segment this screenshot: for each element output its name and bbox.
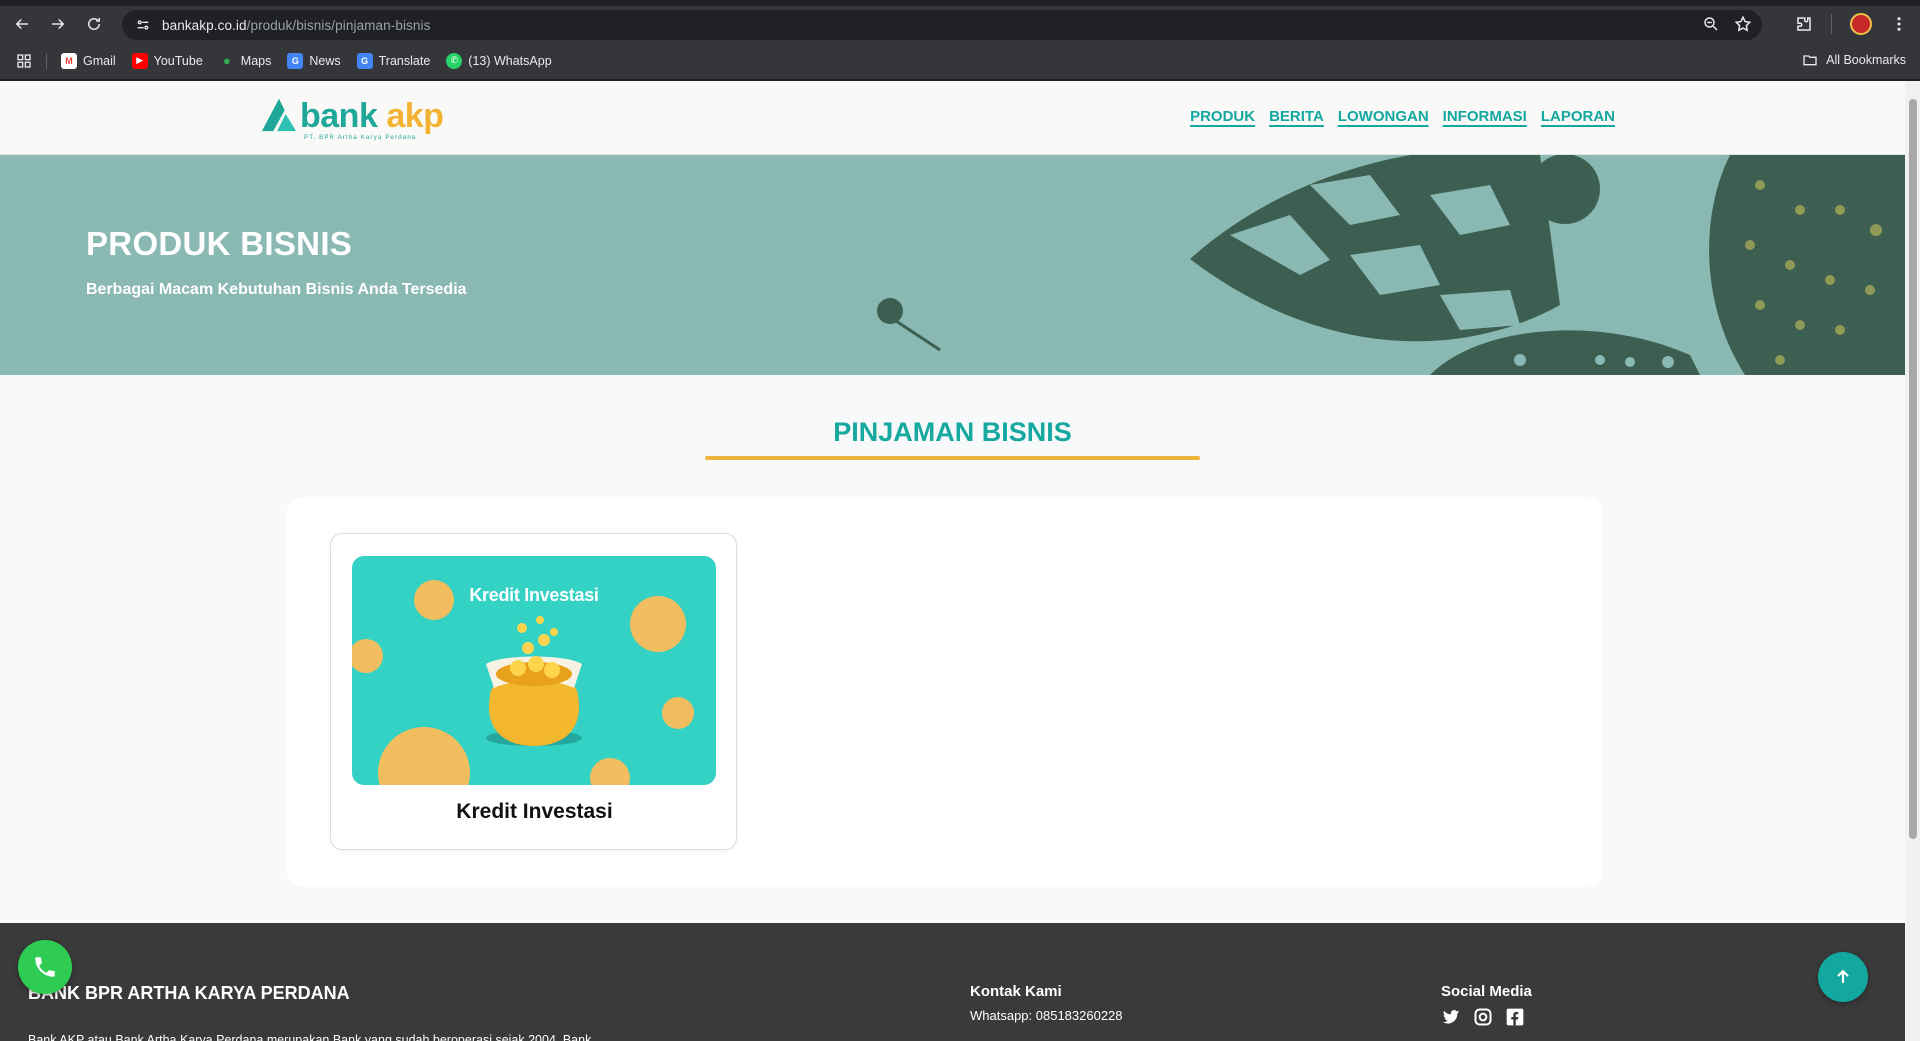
- logo-wordmark: bank akp: [300, 97, 444, 135]
- twitter-icon[interactable]: [1441, 1007, 1461, 1027]
- maps-icon: ●: [222, 53, 231, 68]
- nav-informasi[interactable]: INFORMASI: [1443, 108, 1527, 125]
- bank-akp-logo[interactable]: bank akp PT. BPR Artha Karya Perdana: [260, 95, 444, 141]
- whatsapp-icon: ✆: [446, 52, 463, 69]
- site-header: bank akp PT. BPR Artha Karya Perdana PRO…: [0, 81, 1905, 155]
- news-icon: G: [287, 52, 304, 69]
- scrollbar-thumb[interactable]: [1909, 99, 1917, 839]
- footer-contact-heading: Kontak Kami: [970, 983, 1062, 1000]
- youtube-icon: ▶: [131, 52, 148, 69]
- zoom-icon[interactable]: [1702, 15, 1720, 33]
- all-bookmarks-button[interactable]: All Bookmarks: [1802, 52, 1906, 68]
- hero-title: PRODUK BISNIS: [86, 225, 353, 262]
- bookmark-youtube[interactable]: ▶ YouTube: [131, 52, 203, 69]
- footer-contact-whatsapp: Whatsapp: 085183260228: [970, 1008, 1123, 1023]
- footer-description: Bank AKP atau Bank Artha Karya Perdana m…: [28, 1033, 592, 1041]
- profile-avatar[interactable]: [1850, 13, 1872, 35]
- bookmark-translate[interactable]: G Translate: [356, 52, 430, 69]
- footer-social-heading: Social Media: [1441, 983, 1532, 1000]
- bookmark-news[interactable]: G News: [287, 52, 341, 69]
- nav-berita[interactable]: BERITA: [1269, 108, 1324, 125]
- reload-button[interactable]: [76, 6, 112, 42]
- product-card-title: Kredit Investasi: [456, 800, 613, 823]
- product-card[interactable]: Kredit Investasi Kredit Investasi: [330, 533, 737, 850]
- phone-icon: [35, 957, 55, 977]
- footer-social-icons: [1441, 1007, 1525, 1027]
- url-text: bankakp.co.id/produk/bisnis/pinjaman-bis…: [162, 17, 431, 33]
- gmail-icon: M: [61, 52, 77, 69]
- toolbar-divider: [1831, 14, 1832, 34]
- hero-subtitle: Berbagai Macam Kebutuhan Bisnis Anda Ter…: [86, 281, 467, 298]
- apps-grid-icon: [17, 53, 31, 68]
- product-card-image-title: Kredit Investasi: [469, 585, 599, 605]
- nav-laporan[interactable]: LAPORAN: [1541, 108, 1615, 125]
- forward-button[interactable]: [40, 6, 76, 42]
- logo-tagline: PT. BPR Artha Karya Perdana: [304, 135, 417, 141]
- translate-icon: G: [356, 52, 373, 69]
- back-button[interactable]: [4, 6, 40, 42]
- bookmark-gmail[interactable]: M Gmail: [61, 52, 116, 69]
- instagram-icon[interactable]: [1473, 1007, 1493, 1027]
- main-nav: PRODUK BERITA LOWONGAN INFORMASI LAPORAN: [1190, 108, 1615, 125]
- apps-button[interactable]: [16, 53, 32, 69]
- bookmark-star-icon[interactable]: [1734, 15, 1752, 33]
- product-card-image: Kredit Investasi: [352, 556, 716, 785]
- nav-lowongan[interactable]: LOWONGAN: [1338, 108, 1429, 125]
- nav-produk[interactable]: PRODUK: [1190, 108, 1255, 125]
- section-title: PINJAMAN BISNIS: [833, 417, 1072, 447]
- folder-icon: [1803, 55, 1817, 66]
- arrow-right-icon: [52, 18, 65, 30]
- browser-toolbar: bankakp.co.id/produk/bisnis/pinjaman-bis…: [0, 6, 1920, 42]
- address-bar[interactable]: bankakp.co.id/produk/bisnis/pinjaman-bis…: [122, 10, 1762, 40]
- menu-kebab-icon[interactable]: [1890, 15, 1908, 33]
- extensions-icon[interactable]: [1795, 15, 1813, 33]
- page-viewport: bank akp PT. BPR Artha Karya Perdana PRO…: [0, 81, 1905, 1041]
- bookmarks-divider: [46, 52, 47, 69]
- footer-bank-name: BANK BPR ARTHA KARYA PERDANA: [28, 983, 350, 1003]
- arrow-up-icon: [1837, 969, 1849, 983]
- page-scrollbar[interactable]: [1905, 81, 1920, 1041]
- facebook-icon[interactable]: [1505, 1007, 1525, 1027]
- hero-leaf-decoration: [877, 155, 1905, 375]
- back-to-top-button[interactable]: [1818, 952, 1868, 1002]
- section-title-underline: [705, 456, 1200, 460]
- bookmark-whatsapp[interactable]: ✆ (13) WhatsApp: [446, 52, 552, 69]
- hero-banner: PRODUK BISNIS Berbagai Macam Kebutuhan B…: [0, 155, 1905, 375]
- logo-mark-icon: [261, 98, 297, 132]
- arrow-left-icon: [15, 18, 28, 30]
- site-footer: BANK BPR ARTHA KARYA PERDANA Bank AKP at…: [0, 923, 1905, 1041]
- bookmark-maps[interactable]: ● Maps: [219, 53, 272, 69]
- reload-icon: [88, 18, 100, 30]
- site-info-icon[interactable]: [134, 16, 152, 34]
- call-button[interactable]: [18, 940, 72, 994]
- bookmarks-bar: M Gmail ▶ YouTube ● Maps G News G Translate ✆…: [0, 42, 1920, 80]
